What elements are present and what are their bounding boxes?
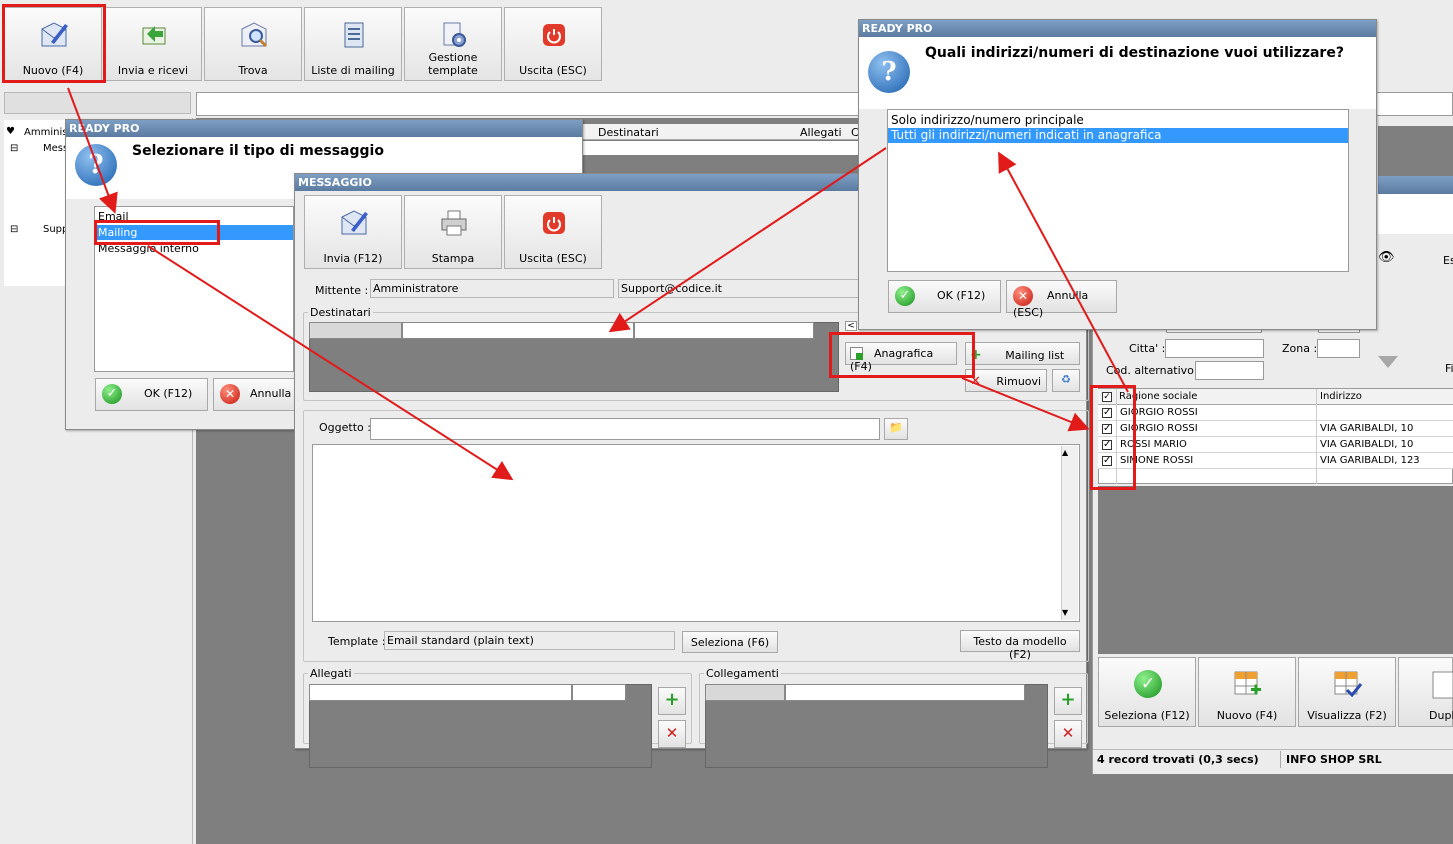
arrow-mailing-to-body bbox=[147, 245, 514, 481]
annotation-arrows bbox=[67, 87, 1129, 481]
arrow-new-to-mailing bbox=[67, 87, 118, 214]
arrow-dialog-to-recipients bbox=[608, 147, 887, 333]
arrow-registry-to-grid bbox=[961, 377, 1090, 432]
arrow-checkboxes-to-option bbox=[998, 151, 1129, 393]
